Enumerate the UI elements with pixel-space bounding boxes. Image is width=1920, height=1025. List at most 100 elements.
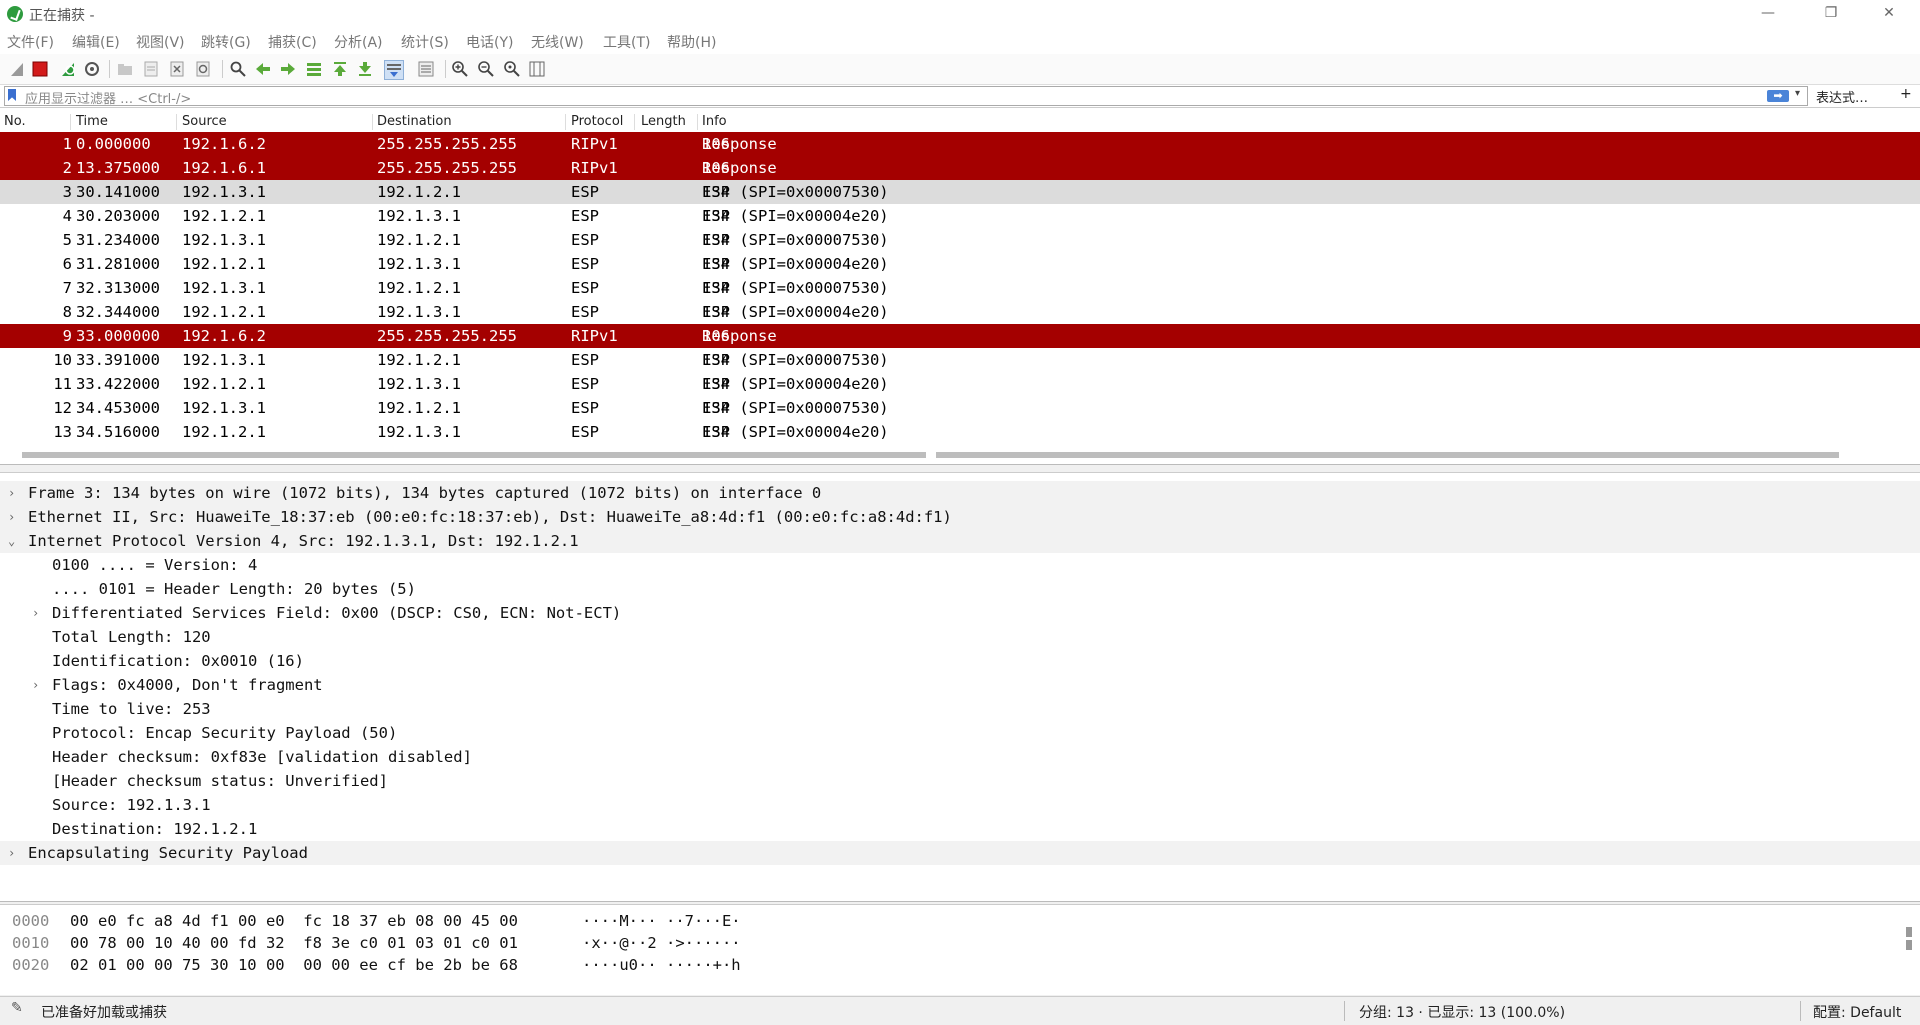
detail-tree-item[interactable]: › Flags: 0x4000, Don't fragment [0, 673, 1920, 697]
menu-statistics[interactable]: 统计(S) [401, 32, 449, 52]
column-header-length[interactable]: Length [641, 114, 698, 130]
packet-row[interactable]: 3 30.141000 192.1.3.1 192.1.2.1 ESP 134 ESP (S… [0, 180, 1920, 204]
profile-status[interactable]: 配置: Default [1813, 1002, 1901, 1022]
packet-row[interactable]: 10 33.391000 192.1.3.1 192.1.2.1 ESP 134 ESP (… [0, 348, 1920, 372]
packet-cell-src: 192.1.2.1 [182, 255, 266, 273]
column-header-source[interactable]: Source [182, 114, 373, 130]
expression-button[interactable]: 表达式… [1816, 87, 1868, 106]
save-file-icon[interactable] [142, 60, 160, 78]
packet-row[interactable]: 5 31.234000 192.1.3.1 192.1.2.1 ESP 134 ESP (S… [0, 228, 1920, 252]
detail-tree-item[interactable]: › Ethernet II, Src: HuaweiTe_18:37:eb (00… [0, 505, 1920, 529]
packet-row[interactable]: 7 32.313000 192.1.3.1 192.1.2.1 ESP 134 ESP (S… [0, 276, 1920, 300]
packet-bytes-pane[interactable]: 0000 00 e0 fc a8 4d f1 00 e0 fc 18 37 eb … [0, 904, 1920, 995]
expand-arrow-icon[interactable]: › [32, 601, 39, 625]
packet-list-pane[interactable]: No. Time Source Destination Protocol Len… [0, 108, 1920, 465]
maximize-button[interactable]: ❐ [1808, 0, 1854, 28]
zoom-in-icon[interactable] [451, 60, 469, 78]
go-back-icon[interactable] [254, 60, 272, 78]
stop-capture-icon[interactable] [31, 60, 49, 78]
display-filter-input[interactable]: 应用显示过滤器 … <Ctrl-/> ➡ ▾ [4, 86, 1808, 107]
horizontal-scrollbar[interactable] [22, 452, 926, 458]
menu-bar: 文件(F) 编辑(E) 视图(V) 跳转(G) 捕获(C) 分析(A) 统计(S… [0, 28, 1920, 54]
menu-wireless[interactable]: 无线(W) [531, 32, 584, 52]
detail-tree-item[interactable]: › Differentiated Services Field: 0x00 (DS… [0, 601, 1920, 625]
packet-row[interactable]: 8 32.344000 192.1.2.1 192.1.3.1 ESP 134 ESP (S… [0, 300, 1920, 324]
detail-tree-item[interactable]: Identification: 0x0010 (16) [0, 649, 1920, 673]
packet-row[interactable]: 9 33.000000 192.1.6.2 255.255.255.255 RIPv1 1… [0, 324, 1920, 348]
packet-cell-time: 30.203000 [76, 207, 160, 225]
column-header-info[interactable]: Info [702, 114, 1912, 130]
detail-tree-item[interactable]: ⌄ Internet Protocol Version 4, Src: 192.1… [0, 529, 1920, 553]
detail-tree-item[interactable]: .... 0101 = Header Length: 20 bytes (5) [0, 577, 1920, 601]
capture-options-icon[interactable] [83, 60, 101, 78]
colorize-icon[interactable] [417, 60, 435, 78]
column-header-no[interactable]: No. [4, 114, 71, 130]
go-to-packet-icon[interactable] [305, 60, 323, 78]
detail-tree-item[interactable]: › Frame 3: 134 bytes on wire (1072 bits),… [0, 481, 1920, 505]
packet-row[interactable]: 1 0.000000 192.1.6.2 255.255.255.255 RIPv1 10… [0, 132, 1920, 156]
expert-info-icon[interactable]: ✎ [11, 1000, 23, 1016]
go-last-icon[interactable] [356, 60, 374, 78]
vertical-scrollbar[interactable] [1906, 927, 1912, 961]
shark-fin-icon[interactable] [8, 60, 26, 78]
filter-history-dropdown-icon[interactable]: ▾ [1795, 88, 1800, 99]
close-file-icon[interactable] [168, 60, 186, 78]
autoscroll-icon[interactable] [384, 60, 404, 80]
column-header-protocol[interactable]: Protocol [571, 114, 635, 130]
collapse-arrow-icon[interactable]: ⌄ [8, 529, 15, 553]
detail-text: Source: 192.1.3.1 [52, 796, 211, 814]
menu-tools[interactable]: 工具(T) [603, 32, 650, 52]
packet-cell-no: 10 [53, 351, 72, 369]
menu-file[interactable]: 文件(F) [7, 32, 54, 52]
detail-tree-item[interactable]: 0100 .... = Version: 4 [0, 553, 1920, 577]
go-forward-icon[interactable] [279, 60, 297, 78]
go-first-icon[interactable] [331, 60, 349, 78]
detail-tree-item[interactable]: Protocol: Encap Security Payload (50) [0, 721, 1920, 745]
menu-go[interactable]: 跳转(G) [201, 32, 251, 52]
detail-tree-item[interactable]: Source: 192.1.3.1 [0, 793, 1920, 817]
menu-telephony[interactable]: 电话(Y) [466, 32, 513, 52]
column-header-destination[interactable]: Destination [377, 114, 566, 130]
packet-row[interactable]: 2 13.375000 192.1.6.1 255.255.255.255 RIPv1 1… [0, 156, 1920, 180]
packet-details-pane[interactable]: › Frame 3: 134 bytes on wire (1072 bits),… [0, 472, 1920, 902]
close-button[interactable]: ✕ [1866, 0, 1912, 28]
zoom-out-icon[interactable] [477, 60, 495, 78]
find-packet-icon[interactable] [229, 60, 247, 78]
detail-tree-item[interactable]: Destination: 192.1.2.1 [0, 817, 1920, 841]
menu-edit[interactable]: 编辑(E) [72, 32, 120, 52]
packet-row[interactable]: 13 34.516000 192.1.2.1 192.1.3.1 ESP 134 ESP (… [0, 420, 1920, 444]
packet-cell-src: 192.1.3.1 [182, 231, 266, 249]
packet-cell-no: 13 [53, 423, 72, 441]
apply-filter-icon[interactable]: ➡ [1767, 90, 1789, 102]
detail-tree-item[interactable]: › Encapsulating Security Payload [0, 841, 1920, 865]
packet-row[interactable]: 12 34.453000 192.1.3.1 192.1.2.1 ESP 134 ESP (… [0, 396, 1920, 420]
detail-tree-item[interactable]: [Header checksum status: Unverified] [0, 769, 1920, 793]
menu-help[interactable]: 帮助(H) [667, 32, 716, 52]
detail-tree-item[interactable]: Header checksum: 0xf83e [validation disa… [0, 745, 1920, 769]
detail-tree-item[interactable]: Time to live: 253 [0, 697, 1920, 721]
bookmark-icon[interactable] [8, 89, 16, 101]
packet-row[interactable]: 6 31.281000 192.1.2.1 192.1.3.1 ESP 134 ESP (S… [0, 252, 1920, 276]
zoom-normal-icon[interactable] [503, 60, 521, 78]
resize-columns-icon[interactable] [528, 60, 546, 78]
restart-capture-icon[interactable] [59, 60, 77, 78]
reload-icon[interactable] [194, 60, 212, 78]
expand-arrow-icon[interactable]: › [8, 505, 15, 529]
open-file-icon[interactable] [116, 60, 134, 78]
add-filter-button-icon[interactable]: + [1900, 86, 1912, 102]
horizontal-scrollbar-right[interactable] [936, 452, 1839, 458]
detail-tree-item[interactable]: Total Length: 120 [0, 625, 1920, 649]
expand-arrow-icon[interactable]: › [32, 673, 39, 697]
hex-offset: 0000 [12, 912, 50, 930]
menu-analyze[interactable]: 分析(A) [334, 32, 383, 52]
menu-view[interactable]: 视图(V) [136, 32, 185, 52]
minimize-button[interactable]: — [1745, 0, 1791, 28]
expand-arrow-icon[interactable]: › [8, 481, 15, 505]
detail-text: Differentiated Services Field: 0x00 (DSC… [52, 604, 622, 622]
expand-arrow-icon[interactable]: › [8, 841, 15, 865]
packet-row[interactable]: 4 30.203000 192.1.2.1 192.1.3.1 ESP 134 ESP (S… [0, 204, 1920, 228]
column-header-time[interactable]: Time [76, 114, 177, 130]
packet-cell-dst: 255.255.255.255 [377, 327, 517, 345]
packet-row[interactable]: 11 33.422000 192.1.2.1 192.1.3.1 ESP 134 ESP (… [0, 372, 1920, 396]
menu-capture[interactable]: 捕获(C) [268, 32, 317, 52]
